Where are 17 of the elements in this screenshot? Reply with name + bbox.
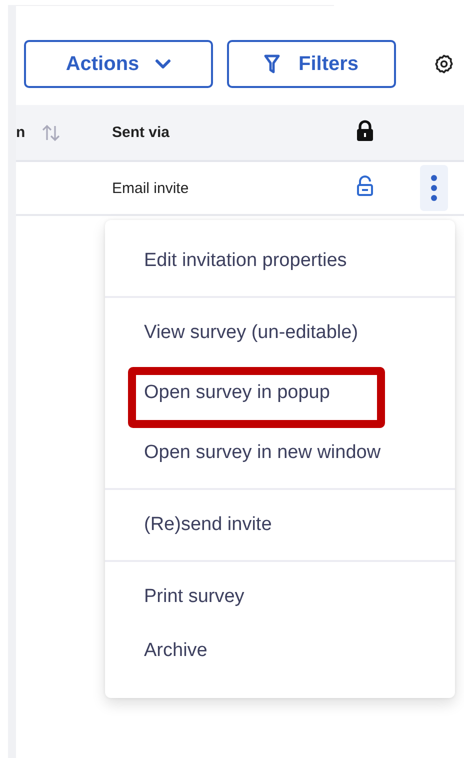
menu-item[interactable]: Archive — [105, 624, 455, 678]
unlocked-icon[interactable] — [356, 175, 374, 197]
menu-item[interactable]: (Re)send invite — [105, 498, 455, 552]
more-options-button[interactable] — [420, 165, 448, 211]
table-cell: Email invite — [112, 180, 189, 196]
actions-button[interactable]: Actions — [24, 40, 213, 88]
filters-button[interactable]: Filters — [227, 40, 396, 88]
menu-item[interactable]: Print survey — [105, 570, 455, 624]
chevron-down-icon — [155, 59, 172, 69]
menu-item[interactable]: Edit invitation properties — [105, 234, 455, 288]
menu-item[interactable]: Open survey in new window — [105, 426, 455, 480]
column-header[interactable]: n — [16, 124, 26, 141]
menu-item[interactable]: View survey (un-editable) — [105, 306, 455, 360]
menu-item[interactable]: Open survey in popup — [105, 360, 455, 426]
filter-icon — [264, 54, 280, 74]
settings-icon[interactable] — [434, 54, 454, 74]
column-header[interactable]: Sent via — [112, 124, 170, 141]
